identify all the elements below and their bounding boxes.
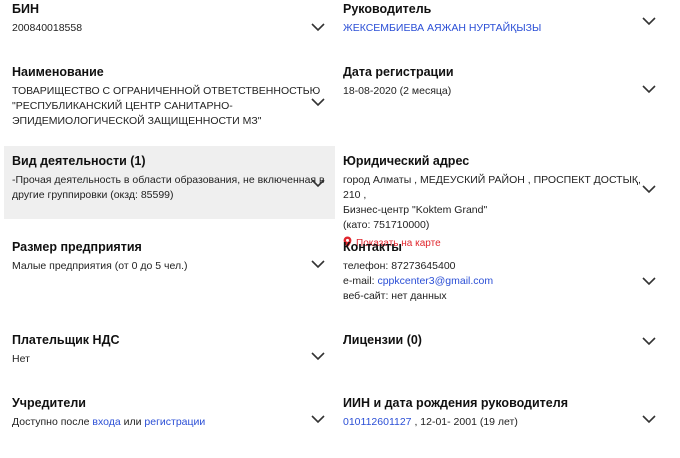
size-value: Малые предприятия (от 0 до 5 чел.) [12,260,188,272]
login-link[interactable]: входа [92,416,120,428]
chevron-down-icon[interactable] [310,22,328,34]
activity-line: другие группировки (окзд: 85599) [12,189,174,201]
address-line: город Алматы , МЕДЕУСКИЙ РАЙОН , ПРОСПЕК… [343,174,641,201]
register-link[interactable]: регистрации [144,416,205,428]
email-row: e-mail: cppkcenter3@gmail.com [343,274,657,289]
founders-label: Учредители [12,396,86,410]
name-line: "РЕСПУБЛИКАНСКИЙ ЦЕНТР САНИТАРНО- [12,100,233,112]
vat-section[interactable]: Плательщик НДС Нет [4,325,335,385]
chevron-down-icon[interactable] [641,414,659,426]
phone-value: телефон: 87273645400 [343,260,456,272]
activity-value: -Прочая деятельность в области образован… [12,173,327,203]
contacts-value: телефон: 87273645400 e-mail: cppkcenter3… [343,259,657,304]
reg-date-label: Дата регистрации [343,65,454,79]
email-label: e-mail: [343,275,378,287]
iin-link[interactable]: 010112601127 [343,416,412,428]
name-value: ТОВАРИЩЕСТВО С ОГРАНИЧЕННОЙ ОТВЕТСТВЕННО… [12,84,327,129]
chevron-down-icon[interactable] [310,414,328,426]
licenses-label: Лицензии (0) [343,333,422,347]
chevron-down-icon[interactable] [641,184,659,196]
company-details-grid: БИН 200840018558 Наименование ТОВАРИЩЕСТ… [0,0,680,458]
name-line: ЭПИДЕМИОЛОГИЧЕСКОЙ ЗАЩИЩЕННОСТИ МЗ" [12,115,262,127]
chevron-down-icon[interactable] [310,259,328,271]
chevron-down-icon[interactable] [310,351,328,363]
reg-date-section[interactable]: Дата регистрации 18-08-2020 (2 месяца) [335,60,665,146]
size-label: Размер предприятия [12,240,142,254]
director-section[interactable]: Руководитель ЖЕКСЕМБИЕВА АЯЖАН НУРТАЙҚЫЗ… [335,0,665,60]
activity-label: Вид деятельности (1) [12,154,146,168]
activity-line: -Прочая деятельность в области образован… [12,174,325,186]
address-line: (като: 751710000) [343,219,430,231]
chevron-down-icon[interactable] [641,84,659,96]
director-iin-value: 010112601127 , 12-01- 2001 (19 лет) [343,415,657,430]
vat-label: Плательщик НДС [12,333,120,347]
address-line: Бизнес-центр "Koktem Grand" [343,204,488,216]
address-section[interactable]: Юридический адрес город Алматы , МЕДЕУСК… [335,146,665,249]
contacts-section[interactable]: Контакты телефон: 87273645400 e-mail: cp… [335,232,665,325]
chevron-down-icon[interactable] [641,16,659,28]
chevron-down-icon[interactable] [641,336,659,348]
activity-section[interactable]: Вид деятельности (1) -Прочая деятельност… [4,146,335,219]
name-line: ТОВАРИЩЕСТВО С ОГРАНИЧЕННОЙ ОТВЕТСТВЕННО… [12,85,321,97]
director-iin-label: ИИН и дата рождения руководителя [343,396,568,410]
size-section[interactable]: Размер предприятия Малые предприятия (от… [4,232,335,312]
director-label: Руководитель [343,2,432,16]
vat-value: Нет [12,353,30,365]
website-value: веб-сайт: нет данных [343,290,447,302]
contacts-label: Контакты [343,240,402,254]
founders-value: Доступно после входа или регистрации [12,415,327,430]
reg-date-value: 18-08-2020 (2 месяца) [343,85,452,97]
director-value[interactable]: ЖЕКСЕМБИЕВА АЯЖАН НУРТАЙҚЫЗЫ [343,21,657,36]
name-section[interactable]: Наименование ТОВАРИЩЕСТВО С ОГРАНИЧЕННОЙ… [4,60,335,146]
founders-section[interactable]: Учредители Доступно после входа или реги… [4,388,335,448]
address-label: Юридический адрес [343,154,470,168]
bin-label: БИН [12,2,39,16]
director-iin-section[interactable]: ИИН и дата рождения руководителя 0101126… [335,388,665,448]
address-value: город Алматы , МЕДЕУСКИЙ РАЙОН , ПРОСПЕК… [343,173,657,233]
chevron-down-icon[interactable] [641,276,659,288]
chevron-down-icon[interactable] [310,97,328,109]
dob-value: , 12-01- 2001 (19 лет) [411,416,518,428]
email-link[interactable]: cppkcenter3@gmail.com [377,275,493,287]
name-label: Наименование [12,65,104,79]
bin-value: 200840018558 [12,22,83,34]
chevron-down-icon[interactable] [310,178,328,190]
founders-prefix: Доступно после [12,416,93,428]
bin-section[interactable]: БИН 200840018558 [4,0,335,60]
licenses-section[interactable]: Лицензии (0) [335,325,665,385]
founders-or: или [120,416,145,428]
